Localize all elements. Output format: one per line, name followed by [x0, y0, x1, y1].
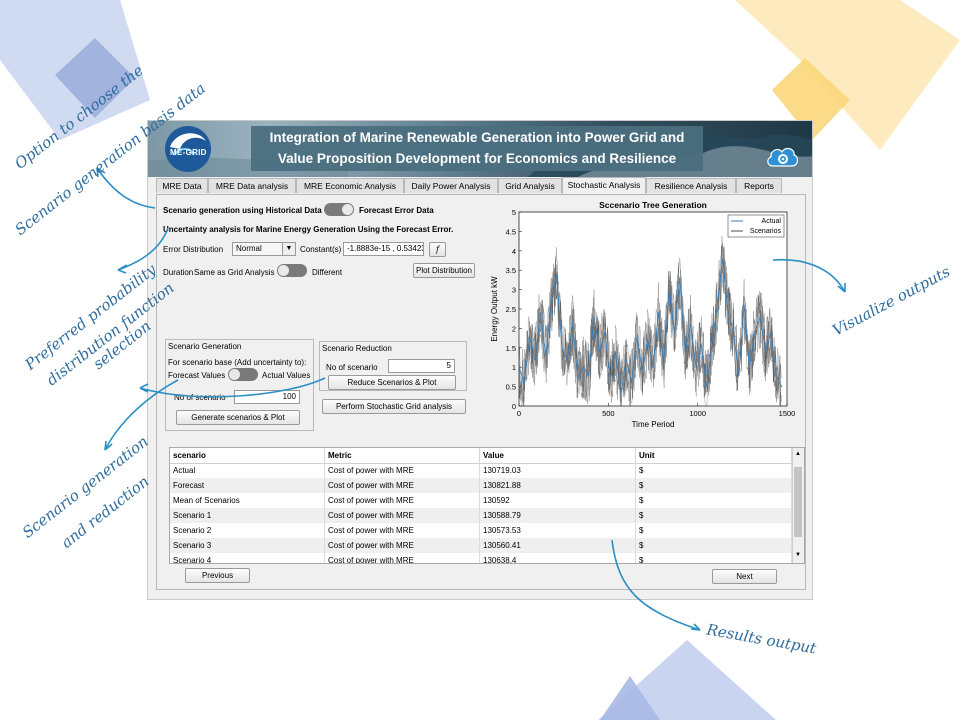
- arrow-basis: [96, 167, 156, 209]
- annotation-arrows: [96, 167, 846, 631]
